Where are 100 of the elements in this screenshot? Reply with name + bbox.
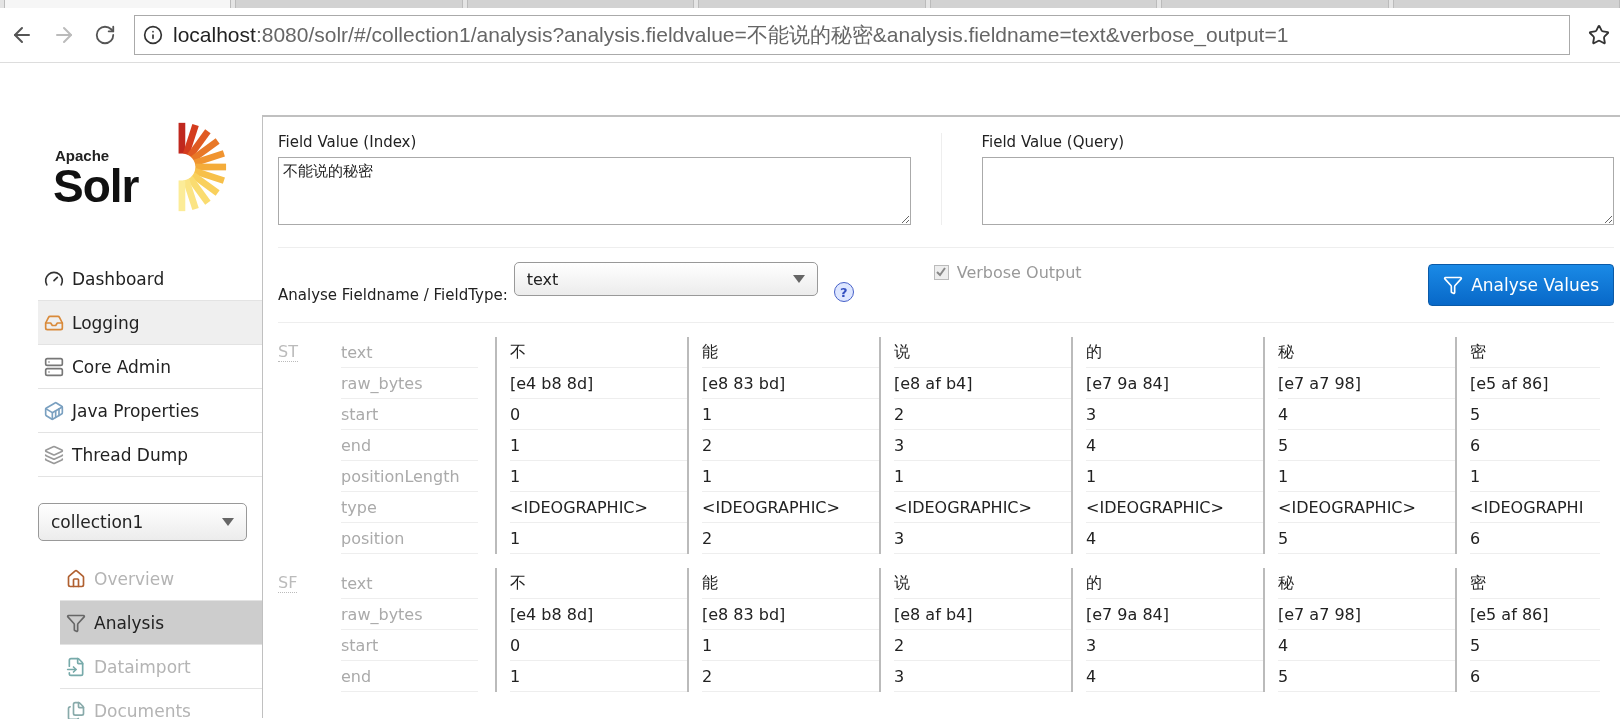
token-cell: [e7 a7 98] [1278, 599, 1455, 630]
token-cell: [e4 b8 8d] [510, 599, 687, 630]
address-bar[interactable]: localhost:8080/solr/#/collection1/analysis?analysis.fieldvalue=不能说的秘密&analysis.fieldname=text&verbose_output=1 [134, 15, 1570, 55]
index-value-field[interactable]: 不能说的秘密 [278, 157, 911, 225]
help-icon[interactable]: ? [833, 282, 854, 302]
fieldtype-label: Analyse Fieldname / FieldType: [278, 286, 508, 304]
token-cell: [e8 af b4] [894, 368, 1071, 399]
token-cell: <IDEOGRAPHIC> [1086, 492, 1263, 523]
files-icon [66, 700, 86, 719]
attribute-label: position [341, 523, 478, 554]
token-cell: 1 [510, 461, 687, 492]
token-cell: <IDEOGRAPHIC> [1278, 492, 1455, 523]
token-cell: 秘 [1278, 568, 1455, 599]
token-cell: 说 [894, 337, 1071, 368]
token-cell: 2 [702, 430, 879, 461]
nav-item[interactable]: Thread Dump [38, 433, 262, 477]
token-cell: 4 [1086, 523, 1263, 554]
token-cell: 3 [894, 523, 1071, 554]
token-cell: 0 [510, 630, 687, 661]
fieldtype-select[interactable]: text [513, 262, 818, 296]
token-cell: <IDEOGRAPHIC> [510, 492, 687, 523]
token-cell: [e8 af b4] [894, 599, 1071, 630]
token-cell: [e7 a7 98] [1278, 368, 1455, 399]
nav-item[interactable]: Java Properties [38, 389, 262, 433]
token-cell: 1 [510, 661, 687, 692]
token-cell: [e5 af 86] [1470, 599, 1600, 630]
token-cell: [e7 9a 84] [1086, 599, 1263, 630]
token-cell: [e7 9a 84] [1086, 368, 1263, 399]
logo-small-text: Apache [55, 147, 111, 164]
token-cell: [e4 b8 8d] [510, 368, 687, 399]
core-menu-item[interactable]: Analysis [60, 601, 262, 645]
token-cell: 3 [1086, 630, 1263, 661]
layers-icon [44, 444, 64, 465]
token-cell: 秘 [1278, 337, 1455, 368]
attribute-label: start [341, 630, 478, 661]
token-cell: 3 [894, 430, 1071, 461]
funnel-icon [1443, 275, 1464, 295]
browser-tab[interactable] [1161, 0, 1389, 8]
file-import-icon [66, 656, 86, 677]
stage-name: ST [278, 343, 298, 362]
browser-tab[interactable] [698, 0, 926, 8]
stage-name: SF [278, 574, 298, 593]
token-cell: 0 [510, 399, 687, 430]
token-cell: 6 [1470, 661, 1600, 692]
token-cell: <IDEOGRAPHIC> [894, 492, 1071, 523]
token-cell: 6 [1470, 523, 1600, 554]
browser-tab[interactable] [4, 0, 232, 8]
token-cell: 的 [1086, 568, 1263, 599]
token-cell: 4 [1278, 630, 1455, 661]
token-cell: 不 [510, 568, 687, 599]
field-label: Field Value (Query) [981, 133, 1126, 151]
token-cell: 密 [1470, 568, 1600, 599]
token-cell: 能 [702, 568, 879, 599]
analyse-values-button[interactable]: Analyse Values [1428, 264, 1614, 306]
token-cell: 2 [702, 661, 879, 692]
attribute-label: end [341, 430, 478, 461]
token-cell: [e8 83 bd] [702, 368, 879, 399]
token-cell: 1 [1278, 461, 1455, 492]
info-icon[interactable] [143, 25, 163, 45]
token-cell: 2 [894, 630, 1071, 661]
token-cell: 1 [702, 399, 879, 430]
token-cell: 5 [1470, 630, 1600, 661]
token-cell: [e5 af 86] [1470, 368, 1600, 399]
nav-item[interactable]: Core Admin [38, 345, 262, 389]
caret-icon [792, 275, 805, 283]
token-cell: 5 [1278, 430, 1455, 461]
token-cell: 2 [702, 523, 879, 554]
token-cell: 1 [1086, 461, 1263, 492]
verbose-checkbox[interactable] [933, 264, 949, 280]
nav-item[interactable]: Logging [38, 301, 262, 345]
token-cell: 4 [1086, 661, 1263, 692]
core-selector[interactable]: collection1 [38, 503, 247, 541]
server-icon [44, 356, 64, 377]
attribute-label: raw_bytes [341, 599, 478, 630]
bookmark-star-icon[interactable] [1588, 24, 1610, 46]
token-cell: 2 [894, 399, 1071, 430]
token-cell: 4 [1086, 430, 1263, 461]
token-cell: 1 [1470, 461, 1600, 492]
token-cell: 4 [1278, 399, 1455, 430]
browser-tab[interactable] [235, 0, 463, 8]
url-text: localhost:8080/solr/#/collection1/analysis?analysis.fieldvalue=不能说的秘密&analysis.fieldname=text&verbose_output=1 [173, 22, 1289, 49]
browser-tab[interactable] [1392, 0, 1620, 8]
browser-tab[interactable] [929, 0, 1158, 8]
attribute-label: text [341, 568, 478, 599]
attribute-label: text [341, 337, 478, 368]
funnel-icon [66, 612, 86, 633]
token-cell: 不 [510, 337, 687, 368]
token-cell: 3 [1086, 399, 1263, 430]
field-label: Field Value (Index) [278, 133, 418, 151]
token-cell: 1 [702, 630, 879, 661]
browser-tab[interactable] [466, 0, 695, 8]
logo-text: Solr [53, 164, 139, 208]
attribute-label: positionLength [341, 461, 478, 492]
token-cell: 密 [1470, 337, 1600, 368]
token-cell: 1 [510, 523, 687, 554]
verbose-label: Verbose Output [956, 262, 1082, 282]
query-value-field[interactable] [981, 157, 1614, 225]
reload-icon[interactable] [94, 24, 116, 46]
house-icon [66, 568, 86, 589]
token-cell: <IDEOGRAPHI [1470, 492, 1600, 523]
